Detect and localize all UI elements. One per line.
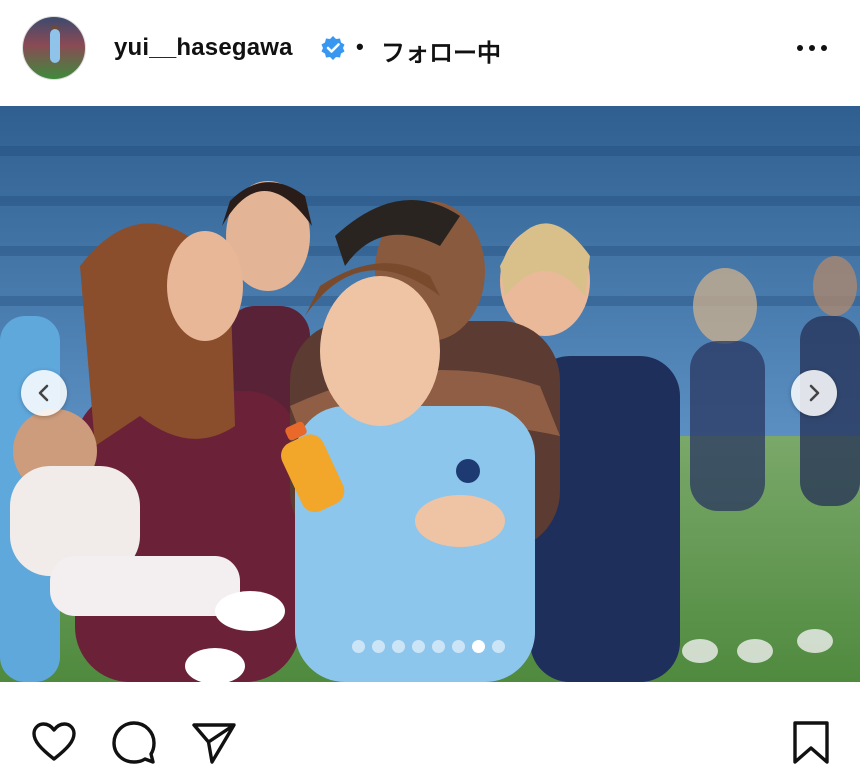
carousel-dot[interactable] [452,640,465,653]
post-header: yui__hasegawa • フォロー中 [0,0,860,106]
heart-icon[interactable] [30,718,78,766]
post-photo[interactable] [0,106,860,682]
chevron-right-icon[interactable] [791,370,837,416]
bookmark-icon[interactable] [787,718,835,766]
following-button[interactable]: フォロー中 [381,33,501,68]
chevron-left-icon[interactable] [21,370,67,416]
paper-plane-icon[interactable] [190,718,238,766]
photo-illustration [0,106,860,682]
comment-bubble-icon[interactable] [110,718,158,766]
post-action-bar [0,682,860,773]
carousel-dot[interactable] [432,640,445,653]
carousel-dot[interactable] [492,640,505,653]
carousel-dot[interactable] [392,640,405,653]
more-options-icon[interactable] [790,34,834,62]
username-link[interactable]: yui__hasegawa [114,34,293,62]
profile-avatar[interactable] [22,16,86,80]
carousel-indicator [352,640,505,654]
avatar-figure [50,29,60,63]
carousel-dot[interactable] [352,640,365,653]
carousel-dot[interactable] [472,640,485,653]
carousel-dot[interactable] [412,640,425,653]
verified-badge-icon [321,36,345,60]
separator-dot: • [356,34,364,59]
carousel-dot[interactable] [372,640,385,653]
